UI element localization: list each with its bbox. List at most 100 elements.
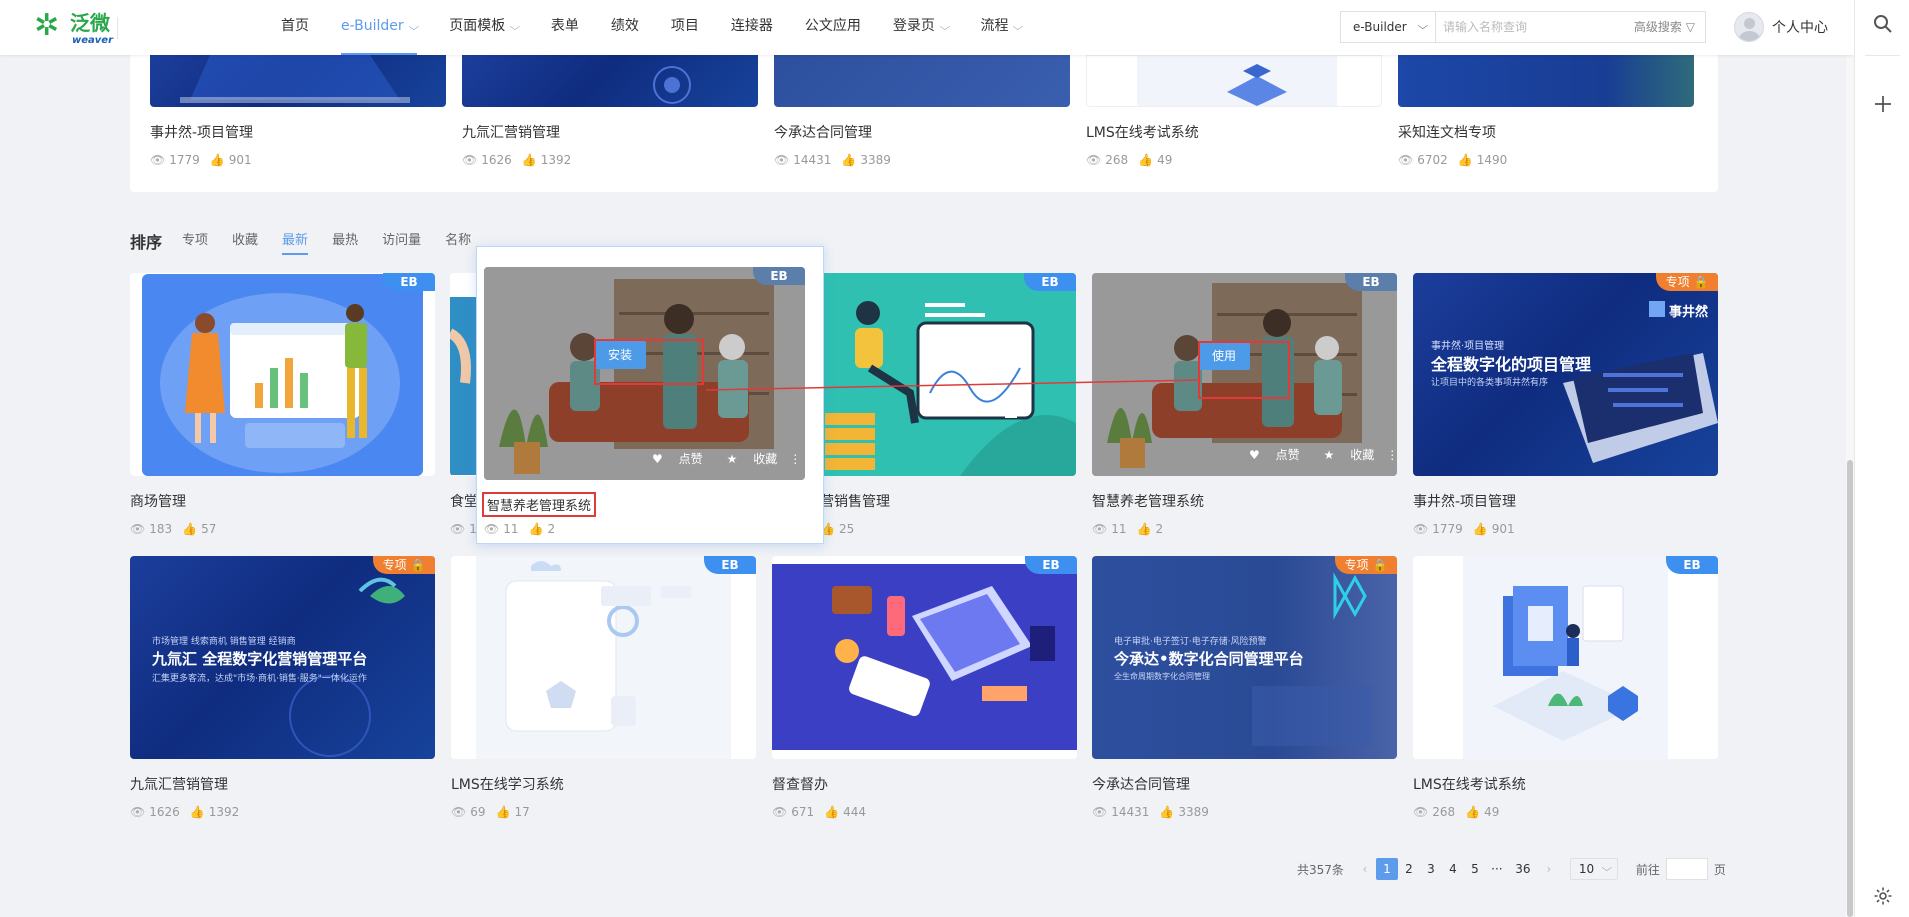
card-thumbnail: EB [1413, 556, 1718, 759]
page-2[interactable]: 2 [1398, 858, 1420, 880]
nav-ebuilder[interactable]: e-Builder ⌵ [325, 0, 433, 55]
card-title[interactable]: 督查督办 [772, 774, 1077, 794]
nav-performance[interactable]: 绩效 [595, 0, 655, 55]
template-card[interactable]: EB LMS在线考试系统 👁 268 👍 49 [1413, 556, 1718, 819]
nav-project[interactable]: 项目 [655, 0, 715, 55]
card-title[interactable]: 九氚汇营销管理 [130, 774, 435, 794]
card-title[interactable]: LMS在线学习系统 [451, 774, 756, 794]
card-stats: 👁 268 👍 49 [1413, 805, 1718, 819]
page-5[interactable]: 5 [1464, 858, 1486, 880]
prev-page-icon[interactable]: ‹ [1354, 862, 1376, 876]
rail-divider [1865, 55, 1900, 56]
favorite-button[interactable]: ★ 收藏 [715, 450, 778, 467]
card-stats: 👍 25 [820, 522, 1076, 536]
nav-home[interactable]: 首页 [265, 0, 325, 55]
sort-tab-hottest[interactable]: 最热 [332, 230, 358, 252]
nav-login-page[interactable]: 登录页 ⌵ [877, 0, 965, 55]
template-card[interactable]: EB 督查督办 👁 671 👍 444 [772, 556, 1077, 819]
avatar[interactable] [1734, 12, 1764, 42]
page-1[interactable]: 1 [1375, 858, 1398, 880]
nav-connector[interactable]: 连接器 [715, 0, 789, 55]
template-card[interactable]: 市场管理 线索商机 销售管理 经销商 九氚汇 全程数字化营销管理平台 汇集更多客… [130, 556, 435, 819]
search-input[interactable] [1443, 16, 1623, 38]
top-card[interactable]: 九氚汇营销管理 👁 1626 👍 1392 [462, 55, 758, 167]
nav-forms[interactable]: 表单 [535, 0, 595, 55]
search-button[interactable] [1855, 0, 1909, 48]
more-icon[interactable]: ⋮ [789, 452, 801, 466]
card-thumbnail [462, 55, 758, 107]
card-title[interactable]: 营销售管理 [820, 491, 1076, 511]
card-title[interactable]: LMS在线考试系统 [1086, 122, 1382, 142]
page-last[interactable]: 36 [1508, 858, 1538, 880]
card-title[interactable]: 今承达合同管理 [1092, 774, 1397, 794]
hover-preview-card[interactable]: EB 安装 ♥ 点赞 ★ 收藏 ⋮ 智慧养老管理系统 👁 11 👍 2 [476, 246, 824, 544]
card-thumbnail: EB [130, 273, 435, 476]
sort-tab-latest[interactable]: 最新 [282, 230, 309, 255]
chevron-down-icon: ⌵ [1601, 863, 1613, 874]
favorite-button[interactable]: ★ 收藏 [1312, 446, 1375, 463]
sort-title: 排序 [130, 233, 163, 252]
like-button[interactable]: ♥ 点赞 [1237, 446, 1300, 463]
page-ellipsis[interactable]: ··· [1486, 858, 1508, 880]
template-card[interactable]: 事井然 事井然·项目管理 全程数字化的项目管理 让项目中的各类事项井然有序 专项… [1413, 273, 1718, 536]
card-title[interactable]: LMS在线考试系统 [1413, 774, 1718, 794]
card-title[interactable]: 事井然-项目管理 [1413, 491, 1718, 511]
chevron-down-icon: ⌵ [1417, 21, 1429, 32]
heart-icon: ♥ [1249, 448, 1260, 462]
card-stats: 👁 11 👍 2 [1092, 522, 1397, 536]
card-title[interactable]: 事井然-项目管理 [150, 122, 446, 142]
next-page-icon[interactable]: › [1538, 862, 1560, 876]
add-button[interactable] [1855, 80, 1909, 128]
top-card[interactable]: 事井然-项目管理 👁 1779 👍 901 [150, 55, 446, 167]
sort-tab-visits[interactable]: 访问量 [382, 230, 421, 252]
settings-button[interactable] [1855, 872, 1909, 917]
thumb-up-icon: 👍 [824, 805, 840, 819]
eye-icon: 👁 [1413, 805, 1429, 819]
eye-icon: 👁 [130, 805, 146, 819]
card-thumbnail: 电子审批·电子签订·电子存储·风险预警 今承达•数字化合同管理平台 全生命周期数… [1092, 556, 1397, 759]
top-card[interactable]: 今承达合同管理 👁 14431 👍 3389 [774, 55, 1070, 167]
advanced-search-button[interactable]: 高级搜索 ▽ [1634, 12, 1695, 42]
template-card[interactable]: EB 商场管理 👁 183 👍 57 [130, 273, 435, 536]
total-count: 共357条 [1297, 862, 1344, 877]
card-title[interactable]: 今承达合同管理 [774, 122, 1070, 142]
search-scope-select[interactable]: e-Builder ⌵ [1341, 12, 1436, 42]
user-center[interactable]: 个人中心 [1734, 10, 1828, 44]
top-card[interactable]: 采知连文档专项 👁 6702 👍 1490 [1398, 55, 1694, 167]
page-4[interactable]: 4 [1442, 858, 1464, 880]
scrollbar-thumb[interactable] [1847, 460, 1853, 917]
view-count: 6702 [1417, 153, 1448, 167]
card-title[interactable]: 智慧养老管理系统 [482, 492, 597, 517]
nav-page-templates[interactable]: 页面模板 ⌵ [433, 0, 535, 55]
top-card[interactable]: LMS在线考试系统 👁 268 👍 49 [1086, 55, 1382, 167]
view-count: 268 [1105, 153, 1129, 167]
card-title[interactable]: 九氚汇营销管理 [462, 122, 758, 142]
card-title[interactable]: 商场管理 [130, 491, 435, 511]
template-card[interactable]: EB 营销售管理 👍 25 [820, 273, 1076, 536]
page-jump-input[interactable] [1665, 858, 1708, 880]
type-badge: EB [1345, 273, 1397, 291]
page-size-select[interactable]: 10 ⌵ [1569, 858, 1618, 880]
type-badge: EB [1024, 273, 1076, 291]
nav-workflow[interactable]: 流程 ⌵ [964, 0, 1038, 55]
page-3[interactable]: 3 [1420, 858, 1442, 880]
logo-text: 泛微 [70, 11, 110, 35]
template-card[interactable]: EB LMS在线学习系统 👁 69 👍 17 [451, 556, 756, 819]
template-card[interactable]: 电子审批·电子签订·电子存储·风险预警 今承达•数字化合同管理平台 全生命周期数… [1092, 556, 1397, 819]
card-stats: 👁 11 👍 2 [484, 522, 555, 536]
like-count: 444 [843, 805, 866, 819]
logo-subtext: weaver [72, 35, 114, 46]
sort-tab-name[interactable]: 名称 [445, 230, 471, 252]
sort-tab-special[interactable]: 专项 [182, 230, 208, 252]
more-icon[interactable]: ⋮ [1386, 448, 1397, 462]
sort-tab-favorites[interactable]: 收藏 [232, 230, 258, 252]
card-title[interactable]: 采知连文档专项 [1398, 122, 1694, 142]
card-thumbnail [1086, 55, 1382, 107]
thumb-up-icon: 👍 [189, 805, 205, 819]
template-card[interactable]: EB 使用 ♥ 点赞 ★ 收藏 ⋮ 智慧养老管理系统 👁 11 👍 2 [1092, 273, 1397, 536]
like-button[interactable]: ♥ 点赞 [640, 450, 703, 467]
card-thumbnail: 事井然 事井然·项目管理 全程数字化的项目管理 让项目中的各类事项井然有序 专项… [1413, 273, 1718, 476]
nav-document-app[interactable]: 公文应用 [789, 0, 877, 55]
weaver-logo[interactable]: ✲ 泛微 weaver [34, 9, 118, 47]
card-title[interactable]: 智慧养老管理系统 [1092, 491, 1397, 511]
